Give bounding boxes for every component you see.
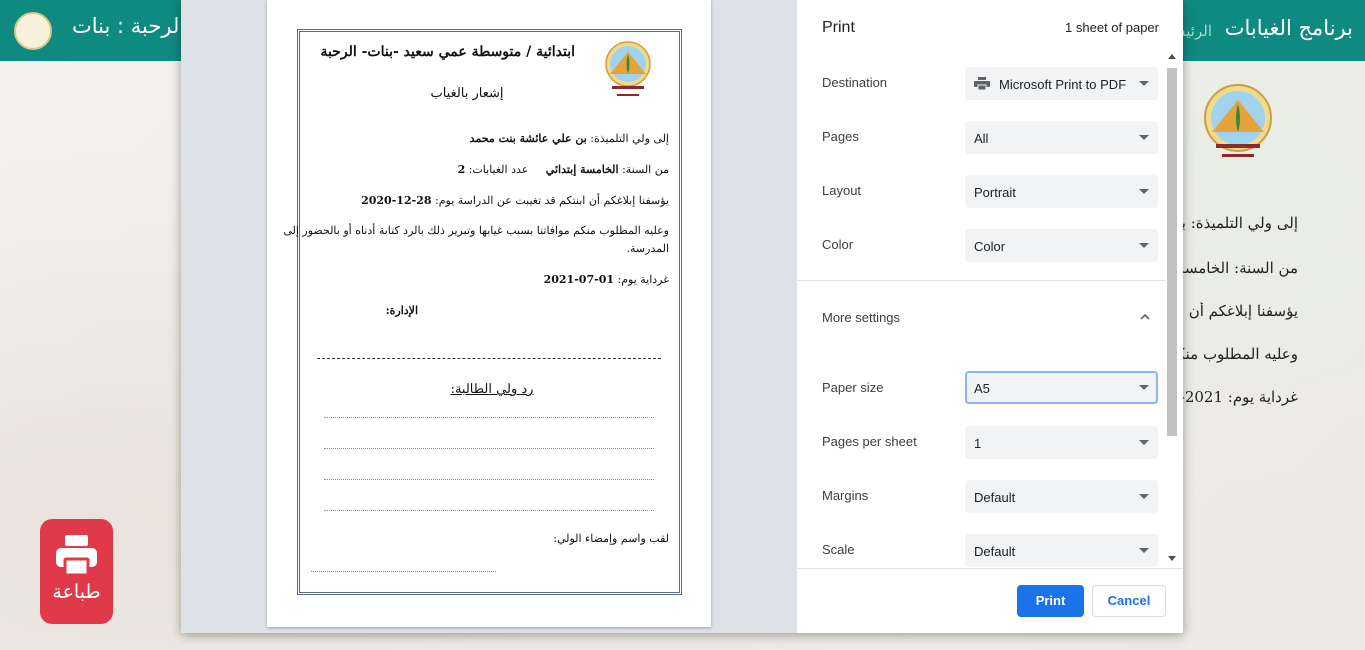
scale-select[interactable]: Default xyxy=(965,534,1158,567)
reply-line xyxy=(324,448,654,449)
pages-select[interactable]: All xyxy=(965,121,1158,154)
chevron-down-icon xyxy=(1139,243,1149,248)
year-line: من السنة: الخامسة إبتدائي عدد الغيابات: … xyxy=(458,163,669,176)
print-fab-button[interactable]: طباعة xyxy=(40,519,113,624)
margins-select[interactable]: Default xyxy=(965,480,1158,513)
scrollbar-thumb[interactable] xyxy=(1167,68,1177,436)
scroll-down-icon[interactable] xyxy=(1168,556,1176,561)
settings-scrollbar[interactable] xyxy=(1164,48,1180,568)
color-select[interactable]: Color xyxy=(965,229,1158,262)
color-value: Color xyxy=(974,239,1006,254)
absences-value: 2 xyxy=(457,163,466,176)
background-text-line: غرداية يوم: 2021- xyxy=(1182,388,1298,406)
document-school-header: ابتدائية / متوسطة عمي سعيد -بنات- الرحبة xyxy=(320,44,575,60)
printer-icon xyxy=(974,77,990,91)
layout-select[interactable]: Portrait xyxy=(965,175,1158,208)
absence-date: 28-12-2020 xyxy=(361,194,432,207)
sheet-count: 1 sheet of paper xyxy=(1065,20,1159,35)
chevron-down-icon xyxy=(1139,189,1149,194)
absences-label: عدد الغيابات: xyxy=(468,163,529,176)
student-name: بن علي عائشة بنت محمد xyxy=(469,132,587,145)
pages-label: Pages xyxy=(822,129,859,144)
chevron-down-icon xyxy=(1139,385,1149,390)
paper-size-value: A5 xyxy=(974,381,990,396)
print-fab-label: طباعة xyxy=(52,581,101,603)
print-dialog: ابتدائية / متوسطة عمي سعيد -بنات- الرحبة… xyxy=(181,0,1183,633)
destination-select[interactable]: Microsoft Print to PDF xyxy=(965,67,1158,100)
notice-text: يؤسفنا إبلاغكم أن ابنتكم قد تغيبت عن الد… xyxy=(435,194,669,207)
date-line: غرداية يوم: 01-07-2021 xyxy=(544,273,669,286)
pages-per-sheet-value: 1 xyxy=(974,436,982,451)
guardian-line: إلى ولي التلميذة: بن علي عائشة بنت محمد xyxy=(470,132,669,145)
pages-per-sheet-select[interactable]: 1 xyxy=(965,426,1158,459)
signature-line xyxy=(311,571,496,572)
pages-per-sheet-label: Pages per sheet xyxy=(822,434,917,449)
chevron-down-icon xyxy=(1139,548,1149,553)
scroll-up-icon[interactable] xyxy=(1168,54,1176,59)
paper-size-label: Paper size xyxy=(822,380,884,395)
reply-line xyxy=(324,479,654,480)
destination-value: Microsoft Print to PDF xyxy=(999,77,1127,92)
year-value: الخامسة إبتدائي xyxy=(545,163,619,176)
print-button[interactable]: Print xyxy=(1017,585,1084,617)
preview-sheet: ابتدائية / متوسطة عمي سعيد -بنات- الرحبة… xyxy=(267,0,711,627)
home-link[interactable]: الرئيسية xyxy=(1180,22,1212,40)
layout-value: Portrait xyxy=(974,185,1016,200)
cancel-button[interactable]: Cancel xyxy=(1092,585,1166,617)
printer-icon xyxy=(56,535,97,577)
guardian-label: إلى ولي التلميذة: xyxy=(590,132,669,145)
document-title: إشعار بالغياب xyxy=(430,86,504,101)
paper-size-select[interactable]: A5 xyxy=(965,371,1158,404)
background-text-line: يؤسفنا إبلاغكم أن ابن xyxy=(1182,302,1298,320)
year-label: من السنة: xyxy=(622,163,669,176)
dialog-footer: Print Cancel xyxy=(797,568,1183,633)
school-emblem-logo xyxy=(605,41,651,96)
chevron-down-icon xyxy=(1139,494,1149,499)
chevron-down-icon xyxy=(1139,440,1149,445)
date-value: 01-07-2021 xyxy=(543,273,614,286)
signature-label: لقب واسم وإمضاء الولي: xyxy=(553,532,669,545)
cut-line xyxy=(317,358,661,359)
school-logo[interactable] xyxy=(14,12,52,50)
notice-line: يؤسفنا إبلاغكم أن ابنتكم قد تغيبت عن الد… xyxy=(361,194,669,207)
margins-label: Margins xyxy=(822,488,869,503)
reply-line xyxy=(324,510,654,511)
reply-title: رد ولي الطالبة: xyxy=(450,382,534,397)
print-settings-panel: Print 1 sheet of paper Destination Micro… xyxy=(797,0,1183,633)
scale-label: Scale xyxy=(822,542,855,557)
chevron-down-icon xyxy=(1139,81,1149,86)
chevron-down-icon xyxy=(1139,135,1149,140)
color-label: Color xyxy=(822,237,854,252)
section-divider xyxy=(797,280,1166,281)
background-text-line: من السنة: الخامسة إ xyxy=(1182,259,1298,277)
scale-value: Default xyxy=(974,544,1016,559)
reply-line xyxy=(324,417,654,418)
background-text-line: إلى ولي التلميذة: بن xyxy=(1182,214,1298,232)
pages-value: All xyxy=(974,131,989,146)
destination-label: Destination xyxy=(822,75,888,90)
chevron-up-icon[interactable] xyxy=(1139,311,1151,323)
layout-label: Layout xyxy=(822,183,862,198)
margins-value: Default xyxy=(974,490,1016,505)
background-text-line: وعليه المطلوب منكم xyxy=(1182,345,1298,363)
admin-label: الإدارة: xyxy=(385,304,418,317)
more-settings-toggle[interactable]: More settings xyxy=(822,310,900,325)
request-text-end: المدرسة. xyxy=(626,242,669,255)
request-text: وعليه المطلوب منكم موافاتنا بسبب غيابها … xyxy=(283,224,669,237)
school-emblem-logo xyxy=(1204,84,1272,157)
print-title: Print xyxy=(822,19,855,36)
print-preview-area: ابتدائية / متوسطة عمي سعيد -بنات- الرحبة… xyxy=(181,0,797,633)
date-label: غرداية يوم: xyxy=(617,273,670,286)
app-name[interactable]: برنامج الغيابات xyxy=(1225,16,1353,40)
